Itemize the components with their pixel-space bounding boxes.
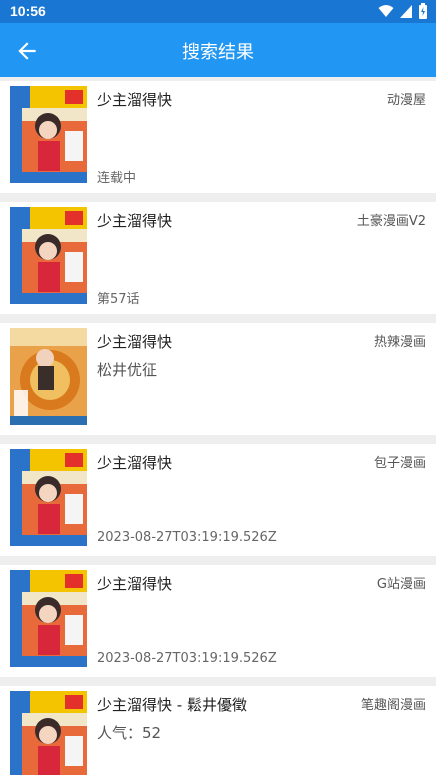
comic-status: 连载中	[97, 171, 137, 186]
source-label: 笔趣阁漫画	[360, 698, 426, 713]
comic-author: 松井优征	[97, 361, 158, 379]
result-card[interactable]: 少主溜得快 G站漫画 2023-08-27T03:19:19.526Z	[0, 565, 436, 677]
comic-cover-image	[10, 207, 87, 304]
source-label: 热辣漫画	[373, 335, 426, 350]
comic-title: 少主溜得快 - 鬆井優徵	[97, 696, 247, 714]
app-bar: 搜索结果	[0, 23, 436, 77]
comic-title: 少主溜得快	[97, 212, 173, 230]
result-card[interactable]: 少主溜得快 热辣漫画松井优征	[0, 323, 436, 435]
source-label: 包子漫画	[373, 456, 426, 471]
status-icons	[378, 3, 428, 19]
signal-icon	[399, 5, 412, 18]
source-label: 动漫屋	[386, 93, 426, 108]
status-time: 10:56	[10, 3, 46, 19]
wifi-icon	[378, 5, 394, 17]
source-label: G站漫画	[376, 577, 426, 592]
comic-cover-image	[10, 86, 87, 183]
comic-cover-image	[10, 328, 87, 425]
result-card[interactable]: 少主溜得快 土豪漫画V2 第57话	[0, 202, 436, 314]
result-card[interactable]: 少主溜得快 - 鬆井優徵 笔趣阁漫画人气：52	[0, 686, 436, 775]
comic-cover-image	[10, 691, 87, 775]
source-label: 土豪漫画V2	[356, 214, 426, 229]
comic-cover-image	[10, 449, 87, 546]
battery-icon	[419, 3, 427, 19]
page-title: 搜索结果	[182, 42, 254, 63]
comic-cover-image	[10, 570, 87, 667]
comic-title: 少主溜得快	[97, 91, 173, 109]
comic-title: 少主溜得快	[97, 454, 173, 472]
comic-title: 少主溜得快	[97, 333, 173, 351]
comic-status: 第57话	[97, 292, 140, 307]
result-card[interactable]: 少主溜得快 动漫屋连载中	[0, 81, 436, 193]
comic-author: 人气：52	[97, 724, 162, 742]
status-bar: 10:56	[0, 0, 436, 23]
comic-status: 2023-08-27T03:19:19.526Z	[97, 530, 277, 545]
comic-title: 少主溜得快	[97, 575, 173, 593]
result-card[interactable]: 少主溜得快 包子漫画 2023-08-27T03:19:19.526Z	[0, 444, 436, 556]
comic-status: 2023-08-27T03:19:19.526Z	[97, 651, 277, 666]
